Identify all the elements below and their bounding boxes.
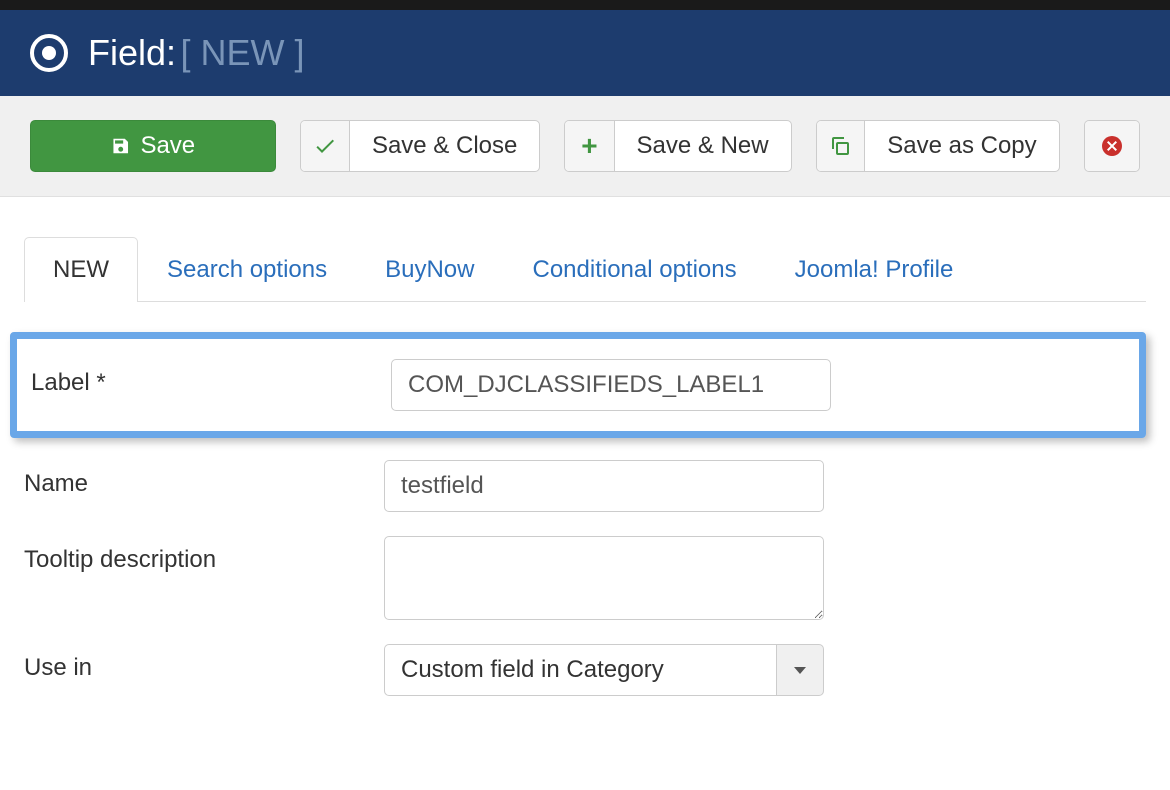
cancel-button[interactable] bbox=[1084, 120, 1140, 172]
name-field-label: Name bbox=[24, 460, 384, 498]
tooltip-textarea[interactable] bbox=[384, 536, 824, 620]
use-in-select-value: Custom field in Category bbox=[384, 644, 776, 696]
name-row: Name bbox=[24, 448, 1146, 524]
save-close-label: Save & Close bbox=[350, 132, 539, 160]
page-header: Field: [ NEW ] bbox=[0, 10, 1170, 96]
radio-icon bbox=[30, 34, 68, 72]
use-in-field-label: Use in bbox=[24, 644, 384, 682]
save-new-label: Save & New bbox=[615, 132, 791, 160]
top-menu-bar bbox=[0, 0, 1170, 10]
page-subtitle: [ NEW ] bbox=[180, 32, 304, 73]
save-button-label: Save bbox=[140, 132, 195, 160]
label-input[interactable] bbox=[391, 359, 831, 411]
label-row: Label * bbox=[10, 332, 1146, 438]
save-icon bbox=[111, 135, 130, 157]
tooltip-field-label: Tooltip description bbox=[24, 536, 384, 574]
label-field-label: Label * bbox=[31, 359, 391, 397]
tab-joomla-profile[interactable]: Joomla! Profile bbox=[766, 237, 983, 302]
tooltip-row: Tooltip description bbox=[24, 524, 1146, 632]
plus-icon: + bbox=[565, 121, 614, 171]
form: Label * Name Tooltip description Use in … bbox=[24, 302, 1146, 708]
tab-search-options[interactable]: Search options bbox=[138, 237, 356, 302]
use-in-select[interactable]: Custom field in Category bbox=[384, 644, 824, 696]
save-copy-label: Save as Copy bbox=[865, 132, 1058, 160]
use-in-row: Use in Custom field in Category bbox=[24, 632, 1146, 708]
content-area: NEW Search options BuyNow Conditional op… bbox=[0, 197, 1170, 708]
toolbar: Save Save & Close + Save & New Save as C… bbox=[0, 96, 1170, 197]
tab-new[interactable]: NEW bbox=[24, 237, 138, 302]
cancel-icon bbox=[1085, 121, 1139, 171]
copy-icon bbox=[817, 121, 866, 171]
chevron-down-icon[interactable] bbox=[776, 644, 824, 696]
save-new-button[interactable]: + Save & New bbox=[564, 120, 791, 172]
save-button[interactable]: Save bbox=[30, 120, 276, 172]
tab-buynow[interactable]: BuyNow bbox=[356, 237, 503, 302]
page-title: Field: [ NEW ] bbox=[88, 32, 304, 74]
page-title-text: Field: bbox=[88, 32, 176, 73]
check-icon bbox=[301, 121, 350, 171]
tab-conditional-options[interactable]: Conditional options bbox=[503, 237, 765, 302]
save-close-button[interactable]: Save & Close bbox=[300, 120, 540, 172]
save-copy-button[interactable]: Save as Copy bbox=[816, 120, 1060, 172]
tabs: NEW Search options BuyNow Conditional op… bbox=[24, 237, 1146, 302]
name-input[interactable] bbox=[384, 460, 824, 512]
